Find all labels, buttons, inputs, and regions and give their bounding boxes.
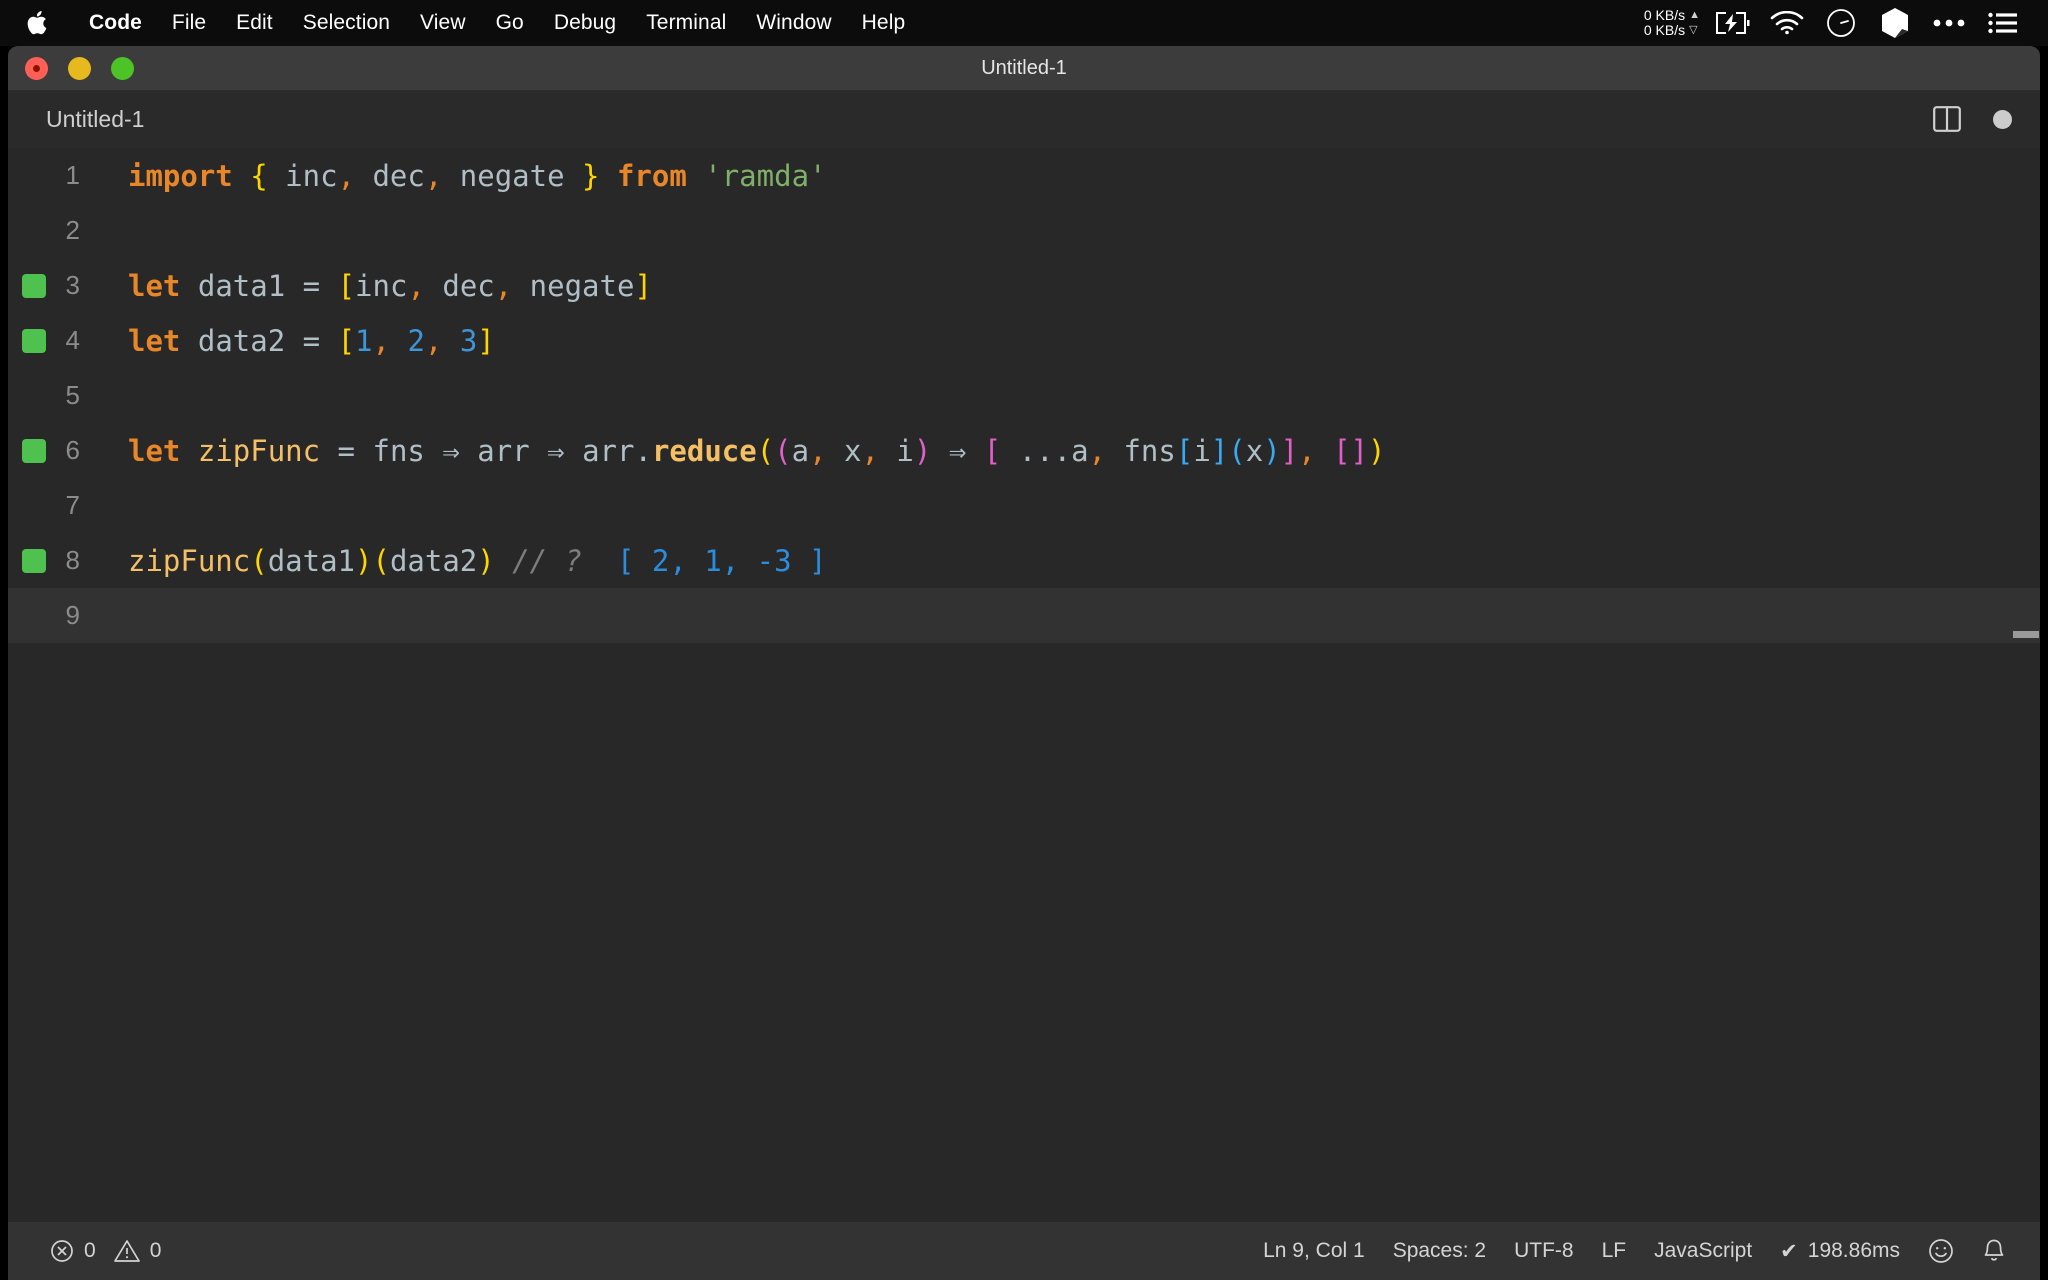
menu-bar-tray: 0 KB/s 0 KB/s ▲ ▽: [1644, 0, 2030, 46]
code-line[interactable]: 7: [8, 478, 2040, 533]
code-line[interactable]: 6 let zipFunc = fns ⇒ arr ⇒ arr.reduce((…: [8, 423, 2040, 478]
ellipsis-icon[interactable]: [1922, 0, 1976, 46]
line-number: 2: [65, 215, 80, 245]
error-count: 0: [84, 1239, 96, 1262]
apple-logo-icon[interactable]: [26, 8, 52, 38]
status-eol[interactable]: LF: [1588, 1239, 1641, 1263]
hexagon-icon[interactable]: [1868, 0, 1922, 46]
editor-actions: [1933, 106, 2012, 132]
editor-tab-bar: Untitled-1: [8, 90, 2040, 148]
code-line[interactable]: 3 let data1 = [inc, dec, negate]: [8, 258, 2040, 313]
runtime-duration: 198.86ms: [1807, 1239, 1900, 1262]
download-speed: 0 KB/s: [1643, 22, 1686, 38]
traffic-light-buttons: [25, 56, 134, 80]
warning-triangle-icon: [113, 1239, 140, 1263]
menu-item-code[interactable]: Code: [74, 11, 157, 35]
line-number: 8: [65, 545, 80, 575]
line-number: 5: [65, 380, 80, 410]
upload-arrow-icon: ▲: [1689, 9, 1700, 21]
code-line-active[interactable]: 9: [8, 588, 2040, 643]
minimize-button[interactable]: [68, 56, 91, 80]
error-circle-icon: [50, 1239, 74, 1263]
line-number: 4: [65, 325, 80, 355]
line-content: [80, 599, 2040, 633]
status-language-mode[interactable]: JavaScript: [1640, 1239, 1766, 1263]
line-number: 9: [65, 600, 80, 630]
scrollbar-thumb[interactable]: [2013, 631, 2039, 638]
quokka-inline-value: [ 2, 1, -3 ]: [616, 543, 827, 578]
editor-scrollbar[interactable]: [2012, 148, 2040, 1222]
menu-item-view[interactable]: View: [405, 11, 481, 35]
status-bar: 0 0 Ln 9, Col 1 Spaces: 2 UTF-8 LF JavaS…: [8, 1222, 2040, 1280]
menu-item-go[interactable]: Go: [481, 11, 539, 35]
status-notifications[interactable]: [1968, 1238, 2020, 1264]
menu-item-edit[interactable]: Edit: [221, 11, 288, 35]
line-content: [80, 489, 145, 523]
unsaved-changes-dot[interactable]: [1993, 109, 2012, 129]
vscode-window: Untitled-1 Untitled-1 1 import { inc, de…: [8, 46, 2040, 1280]
menu-item-debug[interactable]: Debug: [539, 11, 631, 35]
line-content: zipFunc(data1)(data2) // ? [ 2, 1, -3 ]: [128, 543, 827, 578]
line-number: 3: [65, 270, 80, 300]
status-runtime[interactable]: ✔ 198.86ms: [1766, 1239, 1914, 1264]
upload-speed: 0 KB/s: [1643, 7, 1686, 23]
code-line[interactable]: 5: [8, 368, 2040, 423]
inline-comment: // ?: [512, 543, 583, 578]
window-title: Untitled-1: [981, 56, 1067, 79]
close-button[interactable]: [25, 56, 48, 80]
bell-icon: [1982, 1238, 2006, 1264]
check-icon: ✔: [1780, 1239, 1798, 1263]
code-line[interactable]: 4 let data2 = [1, 2, 3]: [8, 313, 2040, 368]
status-feedback[interactable]: [1914, 1238, 1968, 1264]
list-menu-icon[interactable]: [1976, 0, 2030, 46]
menu-item-file[interactable]: File: [157, 11, 221, 35]
status-indentation[interactable]: Spaces: 2: [1379, 1239, 1500, 1263]
code-line[interactable]: 2: [8, 203, 2040, 258]
menu-item-terminal[interactable]: Terminal: [631, 11, 741, 35]
split-editor-icon[interactable]: [1933, 106, 1961, 132]
menu-item-selection[interactable]: Selection: [288, 11, 405, 35]
line-number: 6: [65, 435, 80, 465]
code-editor[interactable]: 1 import { inc, dec, negate } from 'ramd…: [8, 148, 2040, 1222]
macos-menu-bar: Code File Edit Selection View Go Debug T…: [0, 0, 2048, 46]
line-content: import { inc, dec, negate } from 'ramda': [128, 158, 827, 193]
line-content: let zipFunc = fns ⇒ arr ⇒ arr.reduce((a,…: [128, 433, 1386, 468]
line-number: 7: [65, 490, 80, 520]
line-content: [80, 214, 145, 248]
code-line[interactable]: 1 import { inc, dec, negate } from 'ramd…: [8, 148, 2040, 203]
network-speed-indicator[interactable]: 0 KB/s 0 KB/s ▲ ▽: [1644, 8, 1700, 38]
tab-untitled-1[interactable]: Untitled-1: [46, 106, 144, 133]
status-cursor-position[interactable]: Ln 9, Col 1: [1249, 1239, 1379, 1263]
status-encoding[interactable]: UTF-8: [1500, 1239, 1588, 1263]
menu-item-help[interactable]: Help: [847, 11, 921, 35]
line-content: [80, 379, 145, 413]
battery-charging-icon[interactable]: [1706, 0, 1760, 46]
wifi-icon[interactable]: [1760, 0, 1814, 46]
status-problems[interactable]: 0 0: [36, 1239, 175, 1263]
window-title-bar: Untitled-1: [8, 46, 2040, 90]
status-bar-right: Ln 9, Col 1 Spaces: 2 UTF-8 LF JavaScrip…: [1249, 1238, 2020, 1264]
line-content: let data1 = [inc, dec, negate]: [128, 268, 652, 303]
menu-item-window[interactable]: Window: [741, 11, 846, 35]
download-arrow-icon: ▽: [1689, 24, 1698, 36]
line-number: 1: [65, 160, 80, 190]
warning-count: 0: [149, 1239, 162, 1262]
line-content: let data2 = [1, 2, 3]: [128, 323, 495, 358]
smiley-icon: [1928, 1238, 1954, 1264]
maximize-button[interactable]: [111, 56, 134, 80]
timer-icon[interactable]: [1814, 0, 1868, 46]
code-line[interactable]: 8 zipFunc(data1)(data2) // ? [ 2, 1, -3 …: [8, 533, 2040, 588]
